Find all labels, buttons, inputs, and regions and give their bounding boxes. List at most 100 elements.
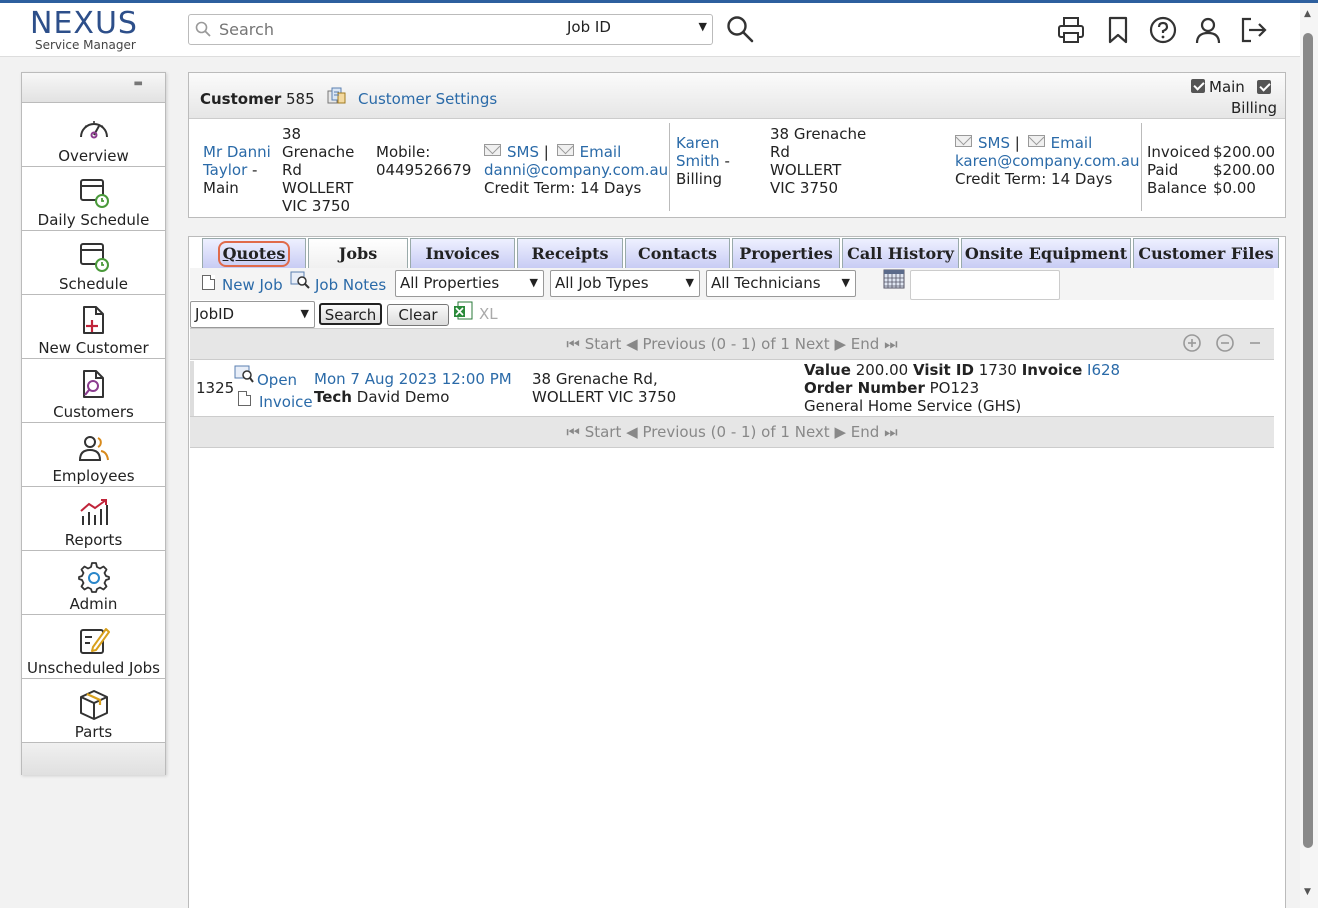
technicians-filter-select[interactable]: All Technicians ▼ [706,270,856,297]
customer-settings-icon[interactable] [327,87,347,105]
pager-start[interactable]: Start [585,335,622,353]
customer-number: 585 [286,90,315,108]
main-sms-link[interactable]: SMS [507,143,539,161]
billing-email-link[interactable]: Email [1051,134,1093,152]
main-contact-link[interactable]: Mr Danni Taylor [203,143,271,179]
sidebar-item-parts[interactable]: Parts [22,679,165,743]
search-field-select[interactable]: Job ID ▼ [567,18,711,41]
tab-customer-files[interactable]: Customer Files [1133,238,1279,268]
invoiced-amount: $200.00 [1213,143,1276,161]
checkbox-checked-icon [1191,79,1205,93]
customer-settings-link[interactable]: Customer Settings [358,90,497,108]
invoice-link[interactable]: Invoice [259,393,313,411]
sidebar-item-overview[interactable]: Overview [22,103,165,167]
main-checkbox[interactable]: Main [1191,78,1245,96]
help-icon[interactable] [1148,15,1178,45]
scroll-down-icon[interactable]: ▼ [1304,887,1311,897]
sort-field-select[interactable]: JobID ▼ [190,301,315,328]
date-input[interactable] [910,270,1060,300]
pager-start[interactable]: Start [585,423,622,441]
options-icon[interactable] [1248,333,1262,353]
next-icon[interactable]: ▶ [834,335,846,353]
job-notes-icon [290,271,310,289]
tab-call-history[interactable]: Call History [842,238,959,268]
clear-button[interactable]: Clear [387,304,449,326]
job-invoice-number[interactable]: I628 [1087,361,1120,379]
tab-quotes[interactable]: Quotes [202,238,306,268]
excel-export-icon[interactable] [453,301,473,321]
gear-icon [78,562,110,593]
bookmark-icon[interactable] [1103,15,1133,45]
last-page-icon[interactable]: ⏭ [884,423,898,441]
nexus-logo[interactable]: NEXUS Service Manager [30,9,155,53]
users-icon [78,436,109,461]
tab-invoices[interactable]: Invoices [410,238,515,268]
sidebar-item-label: Overview [58,147,129,165]
tab-properties[interactable]: Properties [732,238,840,268]
billing-email-address[interactable]: karen@company.com.au [955,152,1139,170]
zoom-in-icon[interactable] [1182,333,1202,353]
new-job-link[interactable]: New Job [222,276,283,294]
top-bar: NEXUS Service Manager Job ID ▼ [0,3,1300,57]
zoom-out-icon[interactable] [1215,333,1235,353]
main-email-link[interactable]: Email [580,143,622,161]
pager-end[interactable]: End [851,335,880,353]
calendar-clock-icon [80,243,109,272]
sidebar-item-unscheduled-jobs[interactable]: Unscheduled Jobs [22,615,165,679]
first-page-icon[interactable]: ⏮ [566,335,580,353]
billing-checkbox-box[interactable] [1257,79,1275,97]
pager-previous[interactable]: Previous [642,335,705,353]
tab-onsite-equipment[interactable]: Onsite Equipment [961,238,1131,268]
user-icon[interactable] [1193,15,1223,45]
sidebar-item-admin[interactable]: Admin [22,551,165,615]
search-submit-icon[interactable] [726,15,754,43]
previous-icon[interactable]: ◀ [626,335,638,353]
sidebar-item-customers[interactable]: Customers [22,359,165,423]
scroll-up-icon[interactable]: ▲ [1304,9,1311,19]
global-search: Job ID ▼ [188,14,713,45]
print-icon[interactable] [1056,15,1086,45]
main-contact-comms: SMS | Email danni@company.com.au Credit … [484,143,669,197]
last-page-icon[interactable]: ⏭ [884,335,898,353]
tab-receipts[interactable]: Receipts [517,238,623,268]
billing-checkbox[interactable]: Billing [1231,99,1277,117]
job-datetime[interactable]: Mon 7 Aug 2023 12:00 PM [314,370,512,388]
sidebar-header[interactable]: ▬ [22,73,165,103]
previous-icon[interactable]: ◀ [626,423,638,441]
pager-end[interactable]: End [851,423,880,441]
sidebar-item-employees[interactable]: Employees [22,423,165,487]
calendar-icon[interactable] [883,269,905,289]
sort-field-value: JobID [195,305,235,323]
chart-icon [80,499,108,525]
job-notes-link[interactable]: Job Notes [315,276,386,294]
first-page-icon[interactable]: ⏮ [566,423,580,441]
export-label[interactable]: XL [479,305,498,323]
tab-jobs[interactable]: Jobs [308,238,408,268]
tab-contacts[interactable]: Contacts [625,238,730,268]
job-types-filter-select[interactable]: All Job Types ▼ [550,270,700,297]
open-job-icon[interactable] [234,365,254,383]
billing-contact-link[interactable]: Karen Smith [676,134,720,170]
search-field-value: Job ID [567,18,611,36]
pager-next[interactable]: Next [795,335,830,353]
logout-icon[interactable] [1238,15,1268,45]
billing-sms-link[interactable]: SMS [978,134,1010,152]
totals-labels: Invoiced Paid Balance [1147,143,1211,197]
search-button[interactable]: Search [319,303,382,325]
search-input[interactable] [217,18,547,41]
table-row[interactable]: 1325 Open Invoice Mon 7 Aug 2023 12:00 P… [190,361,1274,416]
next-icon[interactable]: ▶ [834,423,846,441]
pager-next[interactable]: Next [795,423,830,441]
scrollbar-thumb[interactable] [1303,33,1313,848]
page-scrollbar[interactable]: ▲ ▼ [1300,3,1318,908]
open-job-link[interactable]: Open [257,371,297,389]
sidebar-item-label: Reports [64,531,123,549]
sidebar-item-daily-schedule[interactable]: Daily Schedule [22,167,165,231]
sidebar-item-new-customer[interactable]: New Customer [22,295,165,359]
sidebar-item-reports[interactable]: Reports [22,487,165,551]
collapse-icon[interactable]: ▬ [134,78,143,89]
sidebar-item-schedule[interactable]: Schedule [22,231,165,295]
main-email-address[interactable]: danni@company.com.au [484,161,668,179]
pager-previous[interactable]: Previous [642,423,705,441]
properties-filter-select[interactable]: All Properties ▼ [395,270,544,297]
